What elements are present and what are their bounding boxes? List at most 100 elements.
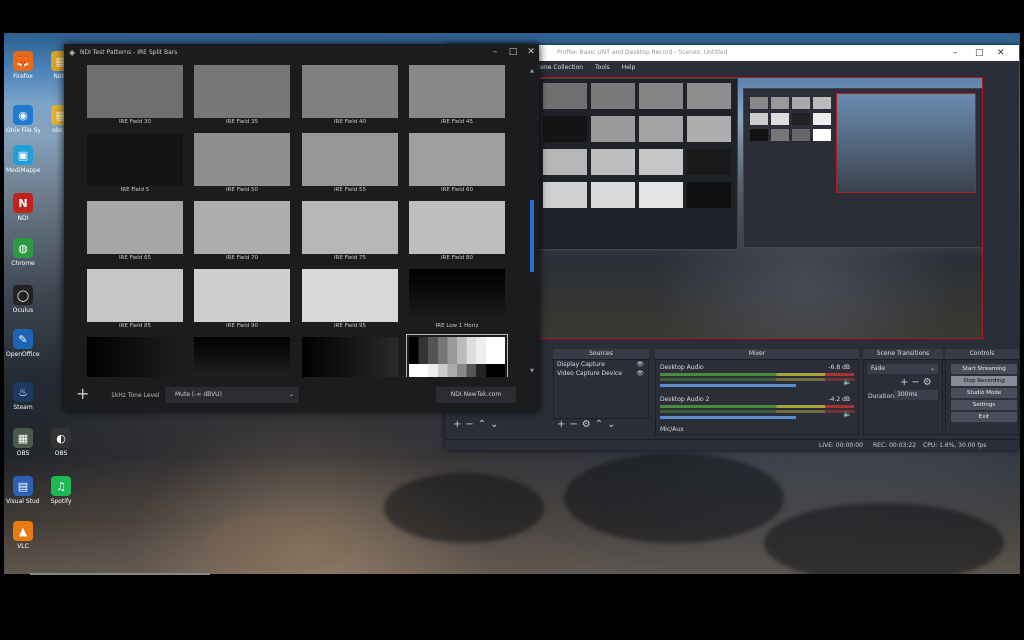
gear-icon[interactable]: ⚙ <box>582 419 595 430</box>
scroll-thumb[interactable] <box>530 200 534 272</box>
desktop-icon[interactable]: ▤ Visual Studio <box>6 476 40 505</box>
studio-mode-button[interactable]: Studio Mode <box>951 388 1017 398</box>
duration-field[interactable]: 300ms <box>894 390 938 400</box>
pattern-swatch <box>87 201 183 254</box>
desktop-icon[interactable]: ▣ MediMapper <box>6 145 40 174</box>
up-icon[interactable]: ⌃ <box>595 419 607 430</box>
remove-icon[interactable]: − <box>569 419 581 430</box>
maximize-icon[interactable]: □ <box>975 45 984 61</box>
exit-button[interactable]: Exit <box>951 412 1017 422</box>
menu-scene-collection[interactable]: cene Collection <box>537 64 583 71</box>
ndi-test-patterns-window[interactable]: ◈ NDI Test Patterns - IRE Split Bars – □… <box>64 44 539 411</box>
app-icon: ▤ <box>13 476 33 496</box>
down-icon[interactable]: ⌄ <box>607 419 619 430</box>
desktop-icon[interactable]: ♫ Spotify <box>44 476 78 505</box>
desktop-icon[interactable]: N NDI <box>6 193 40 222</box>
desktop-icon[interactable]: ♨ Steam <box>6 382 40 411</box>
tone-level-select[interactable]: Mute (-∞ dBVU) ⌄ <box>165 387 299 403</box>
add-icon[interactable]: + <box>453 419 465 430</box>
remove-icon[interactable]: − <box>465 419 477 430</box>
desktop-icon[interactable]: ◐ OBS <box>44 428 78 457</box>
add-icon[interactable]: + <box>557 419 569 430</box>
pattern-swatch <box>409 269 505 322</box>
pattern-swatch <box>302 269 398 322</box>
pattern-tile[interactable]: IRE Low 1 Horiz <box>409 269 505 331</box>
volume-meter <box>660 410 854 413</box>
sources-dock-title: Sources <box>553 349 649 359</box>
pattern-tile[interactable]: IRE Low 1 Vert <box>87 337 183 377</box>
pattern-tile[interactable]: IRE Field 55 <box>302 133 398 195</box>
pattern-tile[interactable]: IRE Field 45 <box>409 65 505 127</box>
mini-pattern-cell <box>543 116 587 142</box>
pattern-caption: IRE Field 75 <box>333 255 367 261</box>
gear-icon[interactable]: ⚙ <box>923 377 935 388</box>
visibility-icon[interactable]: 👁 <box>636 369 644 378</box>
pattern-tile[interactable]: IRE Field 80 <box>409 201 505 263</box>
pattern-tile[interactable]: IRE Field 5 <box>87 133 183 195</box>
obs-preview-canvas[interactable] <box>537 77 983 339</box>
pattern-tile[interactable]: IRE Split Bars <box>406 334 508 377</box>
pattern-tile[interactable]: IRE Field 50 <box>194 133 290 195</box>
desktop-icon[interactable]: ◯ Oculus <box>6 285 40 314</box>
mute-speaker-icon[interactable]: 🔈 <box>843 378 852 386</box>
volume-slider[interactable] <box>660 384 796 387</box>
pattern-scrollbar[interactable]: ▲ ▼ <box>529 68 535 374</box>
app-icon: ◍ <box>13 238 33 258</box>
pattern-tile[interactable]: IRE Field 75 <box>302 201 398 263</box>
desktop-icon[interactable]: 🦊 Firefox <box>6 51 40 80</box>
close-icon[interactable]: ✕ <box>997 45 1005 61</box>
visibility-icon[interactable]: 👁 <box>636 360 644 369</box>
ndi-website-button[interactable]: NDI.NewTek.com <box>436 387 516 403</box>
volume-slider[interactable] <box>660 416 796 419</box>
ndi-title-bar[interactable]: ◈ NDI Test Patterns - IRE Split Bars – □… <box>64 44 539 62</box>
transition-select[interactable]: Fade ⌄ <box>868 364 938 374</box>
maximize-icon[interactable]: □ <box>506 47 520 57</box>
pattern-tile[interactable]: IRE Field 85 <box>87 269 183 331</box>
minimize-icon[interactable]: – <box>488 47 502 57</box>
pattern-tile[interactable]: IRE Field 60 <box>409 133 505 195</box>
ndi-window-title: NDI Test Patterns - IRE Split Bars <box>80 49 178 56</box>
pattern-swatch <box>87 337 183 377</box>
add-icon[interactable]: + <box>76 384 89 403</box>
desktop-icon[interactable]: ▲ VLC <box>6 521 40 550</box>
menu-tools[interactable]: Tools <box>595 64 610 71</box>
pattern-caption: IRE Field 95 <box>333 323 367 329</box>
cpu-usage: CPU: 1.6%, 30.00 fps <box>923 442 987 449</box>
up-icon[interactable]: ⌃ <box>478 419 490 430</box>
desktop-icon[interactable]: ▦ OBS <box>6 428 40 457</box>
desktop-icon[interactable]: ✎ OpenOffice 4.1.6 <box>6 329 40 358</box>
app-icon: N <box>13 193 33 213</box>
close-icon[interactable]: ✕ <box>524 47 538 57</box>
pattern-tile[interactable]: IRE Field 30 <box>87 65 183 127</box>
pattern-tile[interactable]: IRE Field 65 <box>87 201 183 263</box>
start-streaming-button[interactable]: Start Streaming <box>951 364 1017 374</box>
remove-icon[interactable]: − <box>911 377 922 388</box>
pattern-swatch <box>409 65 505 118</box>
app-icon: ✎ <box>13 329 33 349</box>
pattern-tile[interactable]: IRE Field 70 <box>194 201 290 263</box>
source-item[interactable]: Video Capture Device 👁 <box>554 369 648 378</box>
source-item[interactable]: Display Capture 👁 <box>554 360 648 369</box>
pattern-tile[interactable]: IRE Low 2 Horiz <box>194 337 290 377</box>
pattern-tile[interactable]: IRE Field 90 <box>194 269 290 331</box>
mute-speaker-icon[interactable]: 🔈 <box>843 410 852 418</box>
pattern-tile[interactable]: IRE Low 2 Vert <box>302 337 398 377</box>
pattern-caption: IRE Field 60 <box>440 187 474 193</box>
scroll-down-icon[interactable]: ▼ <box>529 368 535 374</box>
minimize-icon[interactable]: – <box>953 45 958 61</box>
scenes-toolbar: +−⌃⌄ <box>453 419 503 430</box>
app-icon: ▣ <box>13 145 33 165</box>
pattern-tile[interactable]: IRE Field 95 <box>302 269 398 331</box>
add-icon[interactable]: + <box>900 377 911 388</box>
desktop-icon[interactable]: ◍ Chrome <box>6 238 40 267</box>
settings-button[interactable]: Settings <box>951 400 1017 410</box>
desktop-icon-label: OBS <box>54 450 68 457</box>
desktop-icon[interactable]: ◉ Onix File Systems <box>6 105 40 134</box>
pattern-tile[interactable]: IRE Field 40 <box>302 65 398 127</box>
scroll-up-icon[interactable]: ▲ <box>529 68 535 74</box>
stop-recording-button[interactable]: Stop Recording <box>951 376 1017 386</box>
menu-help[interactable]: Help <box>622 64 636 71</box>
down-icon[interactable]: ⌄ <box>490 419 502 430</box>
pattern-tile[interactable]: IRE Field 35 <box>194 65 290 127</box>
mini-pattern-cell <box>687 182 731 208</box>
